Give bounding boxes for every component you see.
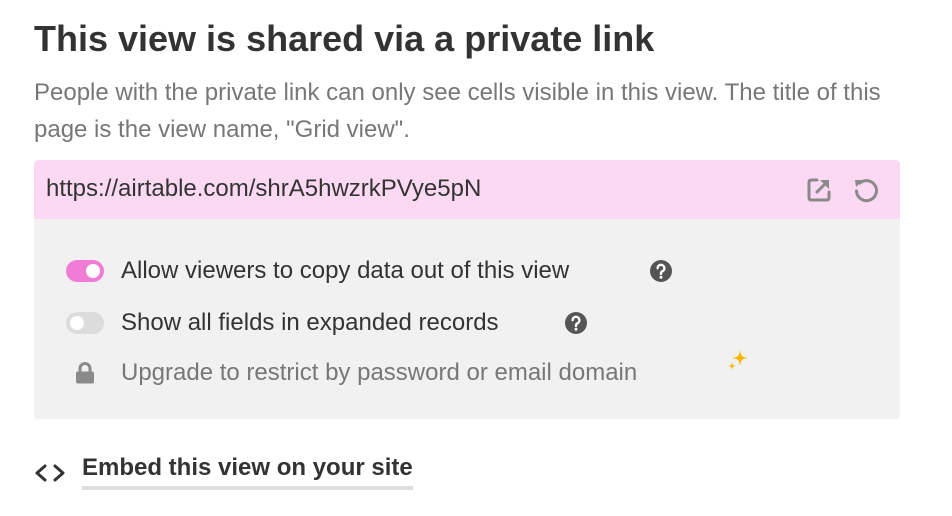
- lock-icon: [74, 361, 96, 385]
- page-title: This view is shared via a private link: [34, 18, 655, 59]
- toggle-knob: [86, 264, 100, 278]
- sparkle-icon: [726, 348, 750, 372]
- refresh-icon[interactable]: [852, 176, 880, 204]
- show-all-fields-toggle[interactable]: [66, 312, 104, 334]
- show-all-fields-label: Show all fields in expanded records: [121, 309, 499, 336]
- help-icon[interactable]: [564, 311, 588, 335]
- allow-copy-label: Allow viewers to copy data out of this v…: [121, 257, 570, 284]
- help-icon[interactable]: [649, 259, 673, 283]
- toggle-knob: [70, 316, 84, 330]
- allow-copy-toggle[interactable]: [66, 260, 104, 282]
- share-link-url[interactable]: https://airtable.com/shrA5hwzrkPVye5pN: [46, 175, 481, 203]
- share-description: People with the private link can only se…: [34, 79, 881, 143]
- code-brackets-icon: [34, 460, 66, 486]
- external-link-icon[interactable]: [805, 176, 833, 204]
- share-options-panel: Allow viewers to copy data out of this v…: [34, 219, 900, 419]
- share-link-bar: https://airtable.com/shrA5hwzrkPVye5pN: [34, 160, 900, 219]
- restrict-upgrade-label[interactable]: Upgrade to restrict by password or email…: [121, 359, 637, 387]
- embed-view-link[interactable]: Embed this view on your site: [82, 454, 413, 490]
